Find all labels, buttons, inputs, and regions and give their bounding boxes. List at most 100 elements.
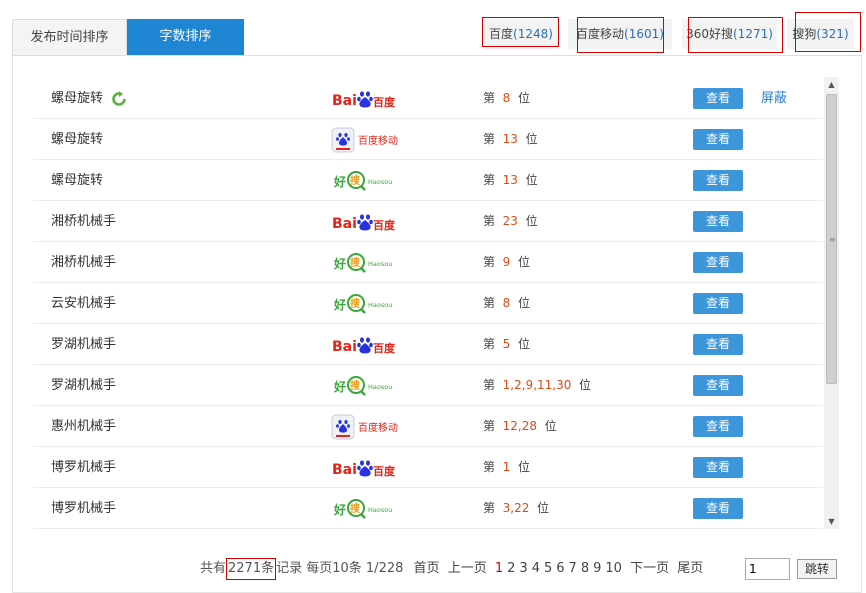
baidu-logo-icon: Bai 百度 <box>331 86 396 112</box>
rank-suffix: 位 <box>579 378 592 392</box>
last-page-link[interactable]: 尾页 <box>677 557 703 581</box>
page-number-link[interactable]: 1 <box>495 557 503 581</box>
view-button[interactable]: 查看 <box>693 252 743 273</box>
svg-text:Haosou: Haosou <box>368 383 392 391</box>
rank: 第 8 位 <box>483 78 530 119</box>
page-number-link[interactable]: 9 <box>593 557 601 581</box>
result-row: 螺母旋转 好 搜 Haosou 第 13 位 查看 <box>33 160 823 201</box>
rank-suffix: 位 <box>517 91 530 105</box>
result-row: 湘桥机械手 Bai 百度 第 23 位 查看 <box>33 201 823 242</box>
view-button[interactable]: 查看 <box>693 170 743 191</box>
next-page-link[interactable]: 下一页 <box>630 557 669 581</box>
rank: 第 13 位 <box>483 160 538 201</box>
rank: 第 5 位 <box>483 324 530 365</box>
rank-number: 12,28 <box>502 419 538 433</box>
rank-number: 1,2,9,11,30 <box>502 378 572 392</box>
engine-filter-baidu[interactable]: 百度(1248) <box>484 19 558 49</box>
haosou-logo-icon: 好 搜 Haosou <box>333 250 399 276</box>
result-row: 云安机械手 好 搜 Haosou 第 8 位 查看 <box>33 283 823 324</box>
view-button[interactable]: 查看 <box>693 457 743 478</box>
engine-filter-360[interactable]: 360好搜(1271) <box>682 19 777 49</box>
rank-prefix: 第 <box>483 255 496 269</box>
baidu-logo-icon: Bai 百度 <box>331 209 396 235</box>
rank-prefix: 第 <box>483 337 496 351</box>
scrollbar[interactable]: ▲ ≡ ▼ <box>824 77 839 529</box>
rank-prefix: 第 <box>483 419 496 433</box>
grip-icon: ≡ <box>829 235 836 244</box>
svg-text:好: 好 <box>333 174 346 189</box>
rank-prefix: 第 <box>483 378 496 392</box>
block-link[interactable]: 屏蔽 <box>761 78 787 119</box>
keyword: 博罗机械手 <box>51 460 117 475</box>
jump-page-input[interactable] <box>745 558 790 580</box>
haosou-logo-icon: 好 搜 Haosou <box>333 168 399 194</box>
svg-text:百度: 百度 <box>373 95 395 109</box>
prev-page-link[interactable]: 上一页 <box>448 557 487 581</box>
rank-number: 5 <box>502 337 511 351</box>
page-number-link[interactable]: 7 <box>569 557 577 581</box>
tab-word-count[interactable]: 字数排序 <box>127 19 244 55</box>
result-row: 罗湖机械手 好 搜 Haosou 第 1,2,9,11,30 位 查看 <box>33 365 823 406</box>
keyword: 罗湖机械手 <box>51 378 117 393</box>
scroll-up-arrow-icon[interactable]: ▲ <box>824 77 839 92</box>
keyword: 湘桥机械手 <box>51 214 117 229</box>
pagination: 共有 2271条 记录 每页10条 1/228 首页 上一页 1 2 3 4 5 6 7 8 9 10… <box>200 557 705 581</box>
view-button[interactable]: 查看 <box>693 334 743 355</box>
view-button[interactable]: 查看 <box>693 375 743 396</box>
rank-suffix: 位 <box>525 173 538 187</box>
scroll-thumb[interactable]: ≡ <box>826 94 837 384</box>
engine-filter-sogou[interactable]: 搜狗(321) <box>787 19 854 49</box>
svg-text:好: 好 <box>333 256 346 271</box>
svg-text:好: 好 <box>333 502 346 517</box>
rank: 第 3,22 位 <box>483 488 549 529</box>
haosou-logo-icon: 好 搜 Haosou <box>333 291 399 317</box>
jump-button[interactable]: 跳转 <box>797 559 837 579</box>
svg-text:Haosou: Haosou <box>368 260 392 268</box>
svg-text:百度移动: 百度移动 <box>358 421 398 434</box>
result-row: 惠州机械手 百度移动 第 12,28 位 查看 <box>33 406 823 447</box>
svg-text:百度移动: 百度移动 <box>358 134 398 147</box>
page-number-link[interactable]: 4 <box>532 557 540 581</box>
view-button[interactable]: 查看 <box>693 129 743 150</box>
rank-suffix: 位 <box>544 419 557 433</box>
view-button[interactable]: 查看 <box>693 293 743 314</box>
view-button[interactable]: 查看 <box>693 498 743 519</box>
page-number-link[interactable]: 2 <box>507 557 515 581</box>
first-page-link[interactable]: 首页 <box>414 557 440 581</box>
svg-text:百度: 百度 <box>373 464 395 478</box>
rank: 第 9 位 <box>483 242 530 283</box>
page-number-link[interactable]: 5 <box>544 557 552 581</box>
view-button[interactable]: 查看 <box>693 88 743 109</box>
rank: 第 1 位 <box>483 447 530 488</box>
rank-suffix: 位 <box>517 296 530 310</box>
engine-filter-baidu-mobile[interactable]: 百度移动(1601) <box>568 19 672 49</box>
svg-text:百度: 百度 <box>373 218 395 232</box>
haosou-logo-icon: 好 搜 Haosou <box>333 496 399 522</box>
tab-publish-time[interactable]: 发布时间排序 <box>12 19 127 55</box>
rank-prefix: 第 <box>483 173 496 187</box>
rank-number: 8 <box>502 91 511 105</box>
baidu-logo-icon: Bai 百度 <box>331 332 396 358</box>
page-number-link[interactable]: 8 <box>581 557 589 581</box>
rank-number: 9 <box>502 255 511 269</box>
svg-text:Bai: Bai <box>332 216 357 232</box>
svg-text:Bai: Bai <box>332 462 357 478</box>
page-number-link[interactable]: 6 <box>556 557 564 581</box>
scroll-down-arrow-icon[interactable]: ▼ <box>824 514 839 529</box>
rank: 第 23 位 <box>483 201 538 242</box>
rank: 第 1,2,9,11,30 位 <box>483 365 591 406</box>
rank-prefix: 第 <box>483 214 496 228</box>
view-button[interactable]: 查看 <box>693 416 743 437</box>
pager-summary: 记录 每页10条 1/228 <box>276 561 404 576</box>
refresh-icon[interactable] <box>111 91 127 107</box>
view-button[interactable]: 查看 <box>693 211 743 232</box>
engine-count: (1271) <box>733 27 773 41</box>
result-row: 罗湖机械手 Bai 百度 第 5 位 查看 <box>33 324 823 365</box>
svg-text:搜: 搜 <box>350 297 361 310</box>
page-number-link[interactable]: 3 <box>519 557 527 581</box>
svg-text:Haosou: Haosou <box>368 178 392 186</box>
rank-suffix: 位 <box>537 501 550 515</box>
page-number-link[interactable]: 10 <box>605 557 622 581</box>
page-numbers: 1 2 3 4 5 6 7 8 9 10 <box>493 557 624 581</box>
svg-text:Bai: Bai <box>332 93 357 109</box>
